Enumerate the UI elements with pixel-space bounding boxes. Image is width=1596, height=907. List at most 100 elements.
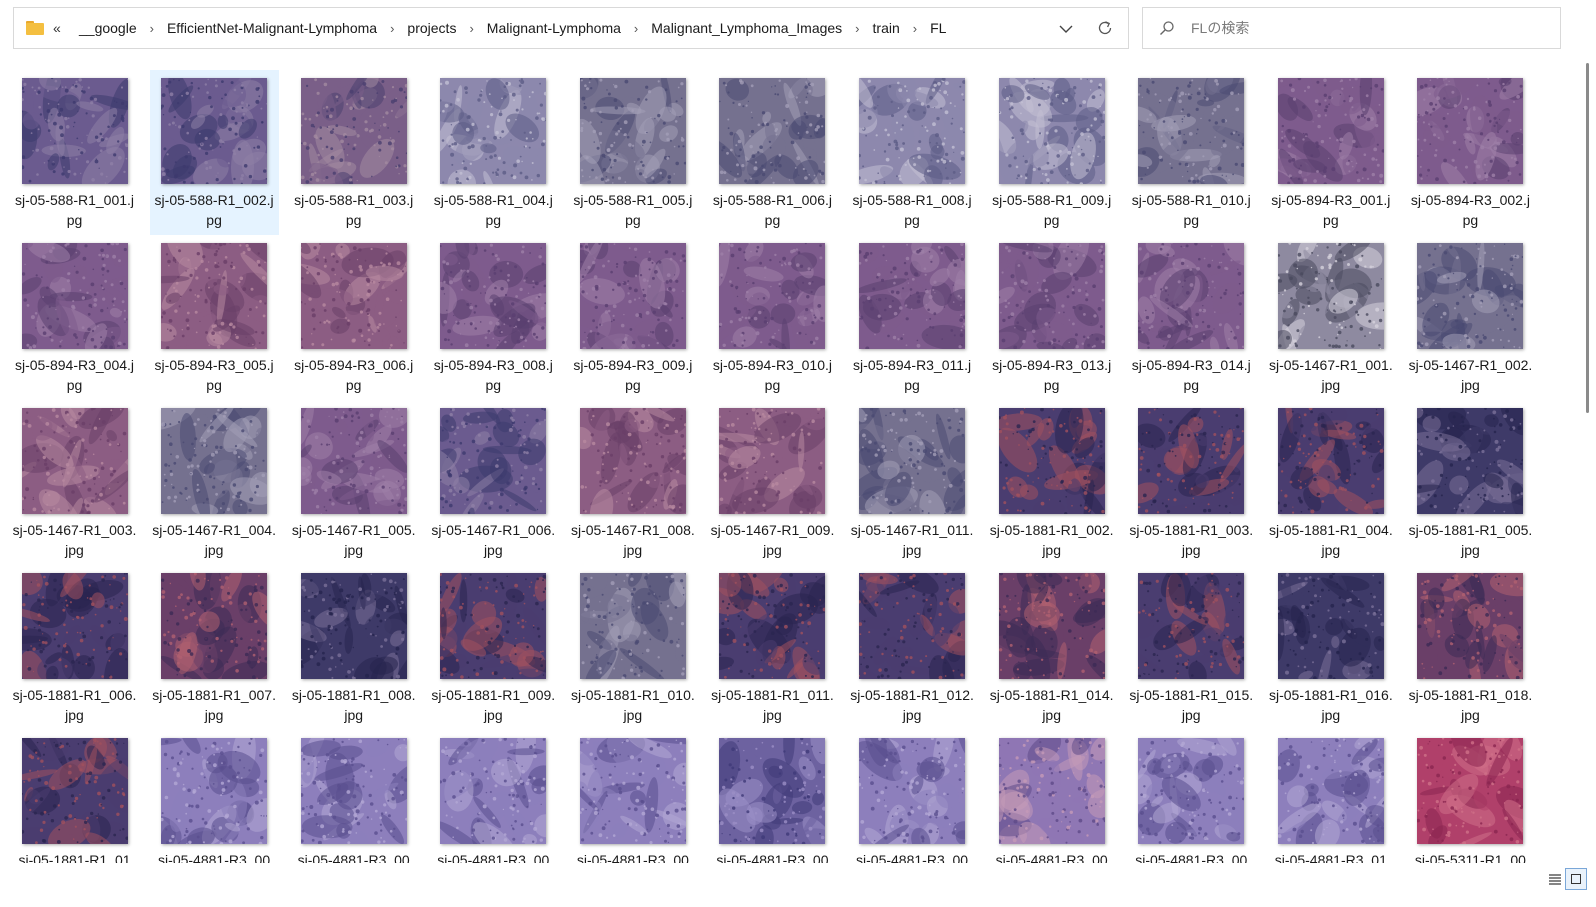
file-item[interactable]: sj-05-1881-R1_016.jpg bbox=[1266, 565, 1395, 730]
address-bar[interactable]: « __google › EfficientNet-Malignant-Lympho… bbox=[13, 7, 1129, 49]
file-item[interactable]: sj-05-1881-R1_010.jpg bbox=[568, 565, 697, 730]
file-item[interactable]: sj-05-1467-R1_008.jpg bbox=[568, 400, 697, 565]
file-name: sj-05-1881-R1_005.jpg bbox=[1408, 522, 1533, 558]
file-item[interactable]: sj-05-4881-R3_00 bbox=[289, 730, 418, 863]
file-item[interactable]: sj-05-1881-R1_015.jpg bbox=[1127, 565, 1256, 730]
file-item[interactable]: sj-05-894-R3_002.jpg bbox=[1406, 70, 1535, 235]
breadcrumb-item[interactable]: Malignant_Lymphoma_Images bbox=[649, 20, 844, 36]
file-item[interactable]: sj-05-894-R3_009.jpg bbox=[568, 235, 697, 400]
file-name: sj-05-588-R1_004.jpg bbox=[433, 192, 553, 228]
file-item[interactable]: sj-05-1881-R1_014.jpg bbox=[987, 565, 1116, 730]
file-item[interactable]: sj-05-894-R3_008.jpg bbox=[429, 235, 558, 400]
breadcrumb-item[interactable]: Malignant-Lymphoma bbox=[485, 20, 623, 36]
file-name: sj-05-588-R1_001.jpg bbox=[14, 192, 135, 228]
details-view-icon[interactable] bbox=[1546, 870, 1564, 888]
file-item[interactable]: sj-05-1881-R1_007.jpg bbox=[150, 565, 279, 730]
large-icons-view-icon[interactable] bbox=[1565, 868, 1587, 890]
file-item[interactable]: sj-05-588-R1_003.jpg bbox=[289, 70, 418, 235]
breadcrumb-item[interactable]: train bbox=[871, 20, 902, 36]
file-item[interactable]: sj-05-1881-R1_018.jpg bbox=[1406, 565, 1535, 730]
file-name: sj-05-4881-R3_00 bbox=[437, 852, 550, 863]
image-thumbnail bbox=[1138, 573, 1245, 679]
image-thumbnail bbox=[859, 573, 966, 679]
file-name: sj-05-588-R1_006.jpg bbox=[712, 192, 832, 228]
file-item[interactable]: sj-05-588-R1_001.jpg bbox=[10, 70, 139, 235]
file-item[interactable]: sj-05-4881-R3_00 bbox=[429, 730, 558, 863]
file-item[interactable]: sj-05-1467-R1_006.jpg bbox=[429, 400, 558, 565]
file-name: sj-05-588-R1_010.jpg bbox=[1131, 192, 1251, 228]
chevron-right-icon[interactable]: › bbox=[634, 21, 638, 36]
file-name: sj-05-4881-R3_00 bbox=[576, 852, 689, 863]
file-item[interactable]: sj-05-588-R1_002.jpg bbox=[149, 70, 279, 235]
file-item[interactable]: sj-05-1467-R1_002.jpg bbox=[1406, 235, 1535, 400]
image-thumbnail bbox=[859, 408, 966, 514]
chevron-right-icon[interactable]: › bbox=[150, 21, 154, 36]
image-thumbnail bbox=[300, 738, 407, 844]
file-item[interactable]: sj-05-1467-R1_003.jpg bbox=[10, 400, 139, 565]
breadcrumb-item[interactable]: __google bbox=[77, 20, 139, 36]
vertical-scrollbar[interactable] bbox=[1580, 57, 1596, 863]
file-item[interactable]: sj-05-588-R1_010.jpg bbox=[1127, 70, 1256, 235]
file-item[interactable]: sj-05-1881-R1_009.jpg bbox=[429, 565, 558, 730]
file-item[interactable]: sj-05-4881-R3_00 bbox=[987, 730, 1116, 863]
file-name: sj-05-1881-R1_003.jpg bbox=[1129, 522, 1254, 558]
image-thumbnail bbox=[440, 738, 547, 844]
chevron-down-icon[interactable] bbox=[1056, 19, 1076, 39]
file-item[interactable]: sj-05-1467-R1_005.jpg bbox=[289, 400, 418, 565]
file-item[interactable]: sj-05-1881-R1_01 bbox=[10, 730, 139, 863]
file-item[interactable]: sj-05-894-R3_005.jpg bbox=[150, 235, 279, 400]
file-item[interactable]: sj-05-1881-R1_004.jpg bbox=[1266, 400, 1395, 565]
file-name: sj-05-1881-R1_012.jpg bbox=[850, 687, 974, 723]
chevron-right-icon[interactable]: › bbox=[469, 21, 473, 36]
refresh-icon[interactable] bbox=[1095, 18, 1115, 38]
file-item[interactable]: sj-05-1881-R1_012.jpg bbox=[848, 565, 977, 730]
file-name: sj-05-1881-R1_016.jpg bbox=[1268, 687, 1393, 723]
file-item[interactable]: sj-05-588-R1_004.jpg bbox=[429, 70, 558, 235]
file-item[interactable]: sj-05-894-R3_006.jpg bbox=[289, 235, 418, 400]
file-item[interactable]: sj-05-4881-R3_00 bbox=[150, 730, 279, 863]
file-item[interactable]: sj-05-894-R3_014.jpg bbox=[1127, 235, 1256, 400]
file-name: sj-05-1467-R1_011.jpg bbox=[850, 522, 974, 558]
image-thumbnail bbox=[161, 78, 268, 184]
search-input[interactable] bbox=[1191, 20, 1551, 36]
file-item[interactable]: sj-05-1881-R1_011.jpg bbox=[708, 565, 837, 730]
file-item[interactable]: sj-05-588-R1_005.jpg bbox=[568, 70, 697, 235]
file-item[interactable]: sj-05-894-R3_013.jpg bbox=[987, 235, 1116, 400]
file-item[interactable]: sj-05-1467-R1_011.jpg bbox=[848, 400, 977, 565]
file-item[interactable]: sj-05-588-R1_009.jpg bbox=[987, 70, 1116, 235]
chevron-right-icon[interactable]: › bbox=[855, 21, 859, 36]
image-thumbnail bbox=[440, 243, 547, 349]
image-thumbnail bbox=[161, 243, 268, 349]
file-item[interactable]: sj-05-4881-R3_00 bbox=[848, 730, 977, 863]
file-item[interactable]: sj-05-4881-R3_01 bbox=[1266, 730, 1395, 863]
file-item[interactable]: sj-05-894-R3_010.jpg bbox=[708, 235, 837, 400]
file-item[interactable]: sj-05-4881-R3_00 bbox=[1127, 730, 1256, 863]
file-item[interactable]: sj-05-1881-R1_008.jpg bbox=[289, 565, 418, 730]
file-item[interactable]: sj-05-894-R3_001.jpg bbox=[1266, 70, 1395, 235]
file-item[interactable]: sj-05-1881-R1_005.jpg bbox=[1406, 400, 1535, 565]
file-item[interactable]: sj-05-588-R1_008.jpg bbox=[848, 70, 977, 235]
file-item[interactable]: sj-05-5311-R1_00 bbox=[1406, 730, 1535, 863]
breadcrumb-overflow[interactable]: « bbox=[53, 20, 67, 36]
file-item[interactable]: sj-05-1467-R1_004.jpg bbox=[150, 400, 279, 565]
file-name: sj-05-1467-R1_005.jpg bbox=[291, 522, 416, 558]
file-item[interactable]: sj-05-894-R3_004.jpg bbox=[10, 235, 139, 400]
file-item[interactable]: sj-05-894-R3_011.jpg bbox=[848, 235, 977, 400]
breadcrumb-item[interactable]: FL bbox=[928, 20, 948, 36]
file-item[interactable]: sj-05-4881-R3_00 bbox=[568, 730, 697, 863]
file-name: sj-05-1881-R1_018.jpg bbox=[1408, 687, 1533, 723]
breadcrumb-item[interactable]: EfficientNet-Malignant-Lymphoma bbox=[165, 20, 379, 36]
search-box[interactable] bbox=[1142, 7, 1561, 49]
file-item[interactable]: sj-05-1881-R1_006.jpg bbox=[10, 565, 139, 730]
image-thumbnail bbox=[719, 408, 826, 514]
file-item[interactable]: sj-05-4881-R3_00 bbox=[708, 730, 837, 863]
image-thumbnail bbox=[859, 78, 966, 184]
file-item[interactable]: sj-05-1881-R1_003.jpg bbox=[1127, 400, 1256, 565]
file-item[interactable]: sj-05-1467-R1_001.jpg bbox=[1266, 235, 1395, 400]
file-item[interactable]: sj-05-1467-R1_009.jpg bbox=[708, 400, 837, 565]
file-item[interactable]: sj-05-588-R1_006.jpg bbox=[708, 70, 837, 235]
chevron-right-icon[interactable]: › bbox=[390, 21, 394, 36]
breadcrumb-item[interactable]: projects bbox=[405, 20, 458, 36]
chevron-right-icon[interactable]: › bbox=[913, 21, 917, 36]
file-item[interactable]: sj-05-1881-R1_002.jpg bbox=[987, 400, 1116, 565]
